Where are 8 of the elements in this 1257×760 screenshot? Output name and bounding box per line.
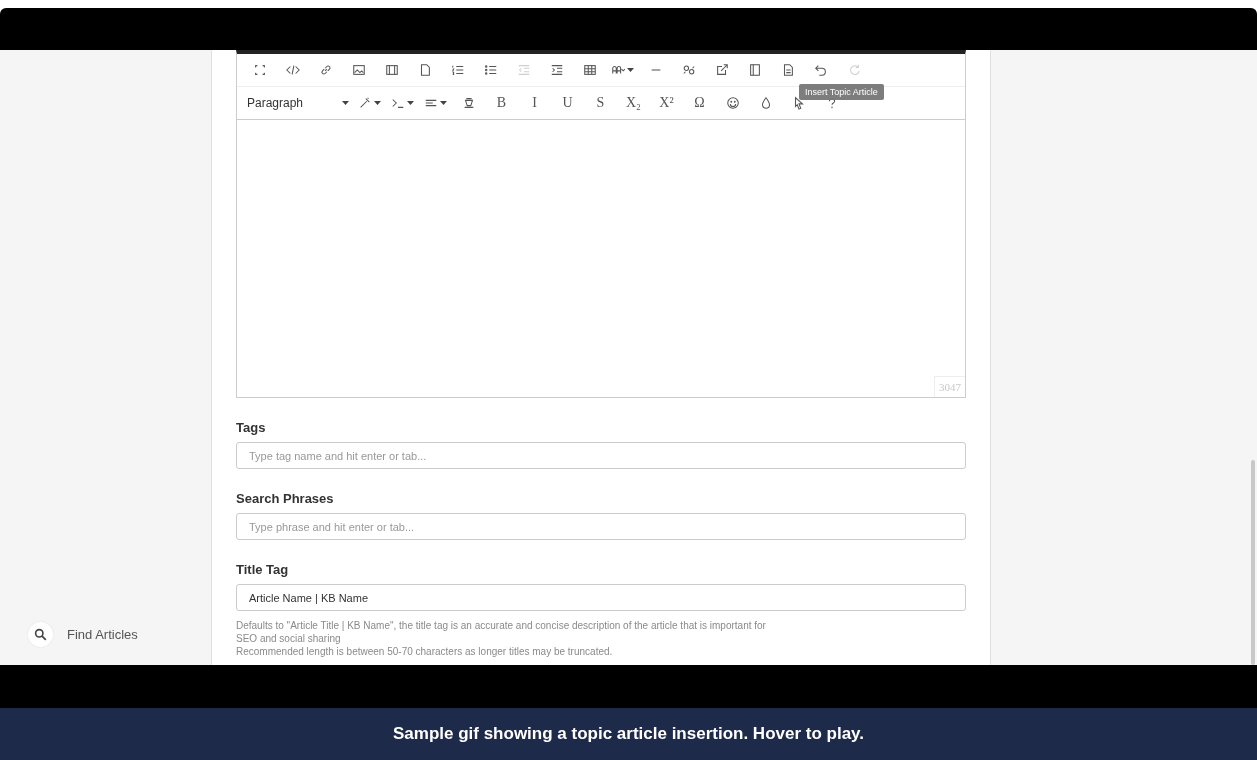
tooltip: Insert Topic Article [799, 84, 884, 100]
help-text: SEO and social sharing [236, 632, 342, 645]
field-label: Tags [236, 420, 267, 435]
field-label: Title Tag [236, 562, 290, 577]
help-text: Defaults to "Article Title | KB Name", the title tag is an accurate and concise description of the article that is important for [236, 619, 767, 632]
help-text: Recommended length is between 50-70 characters as longer titles may be truncated. [236, 645, 614, 658]
field-label: Search Phrases [236, 491, 335, 506]
caption-text: Sample gif showing a topic article insertion. Hover to play. [0, 708, 1257, 760]
